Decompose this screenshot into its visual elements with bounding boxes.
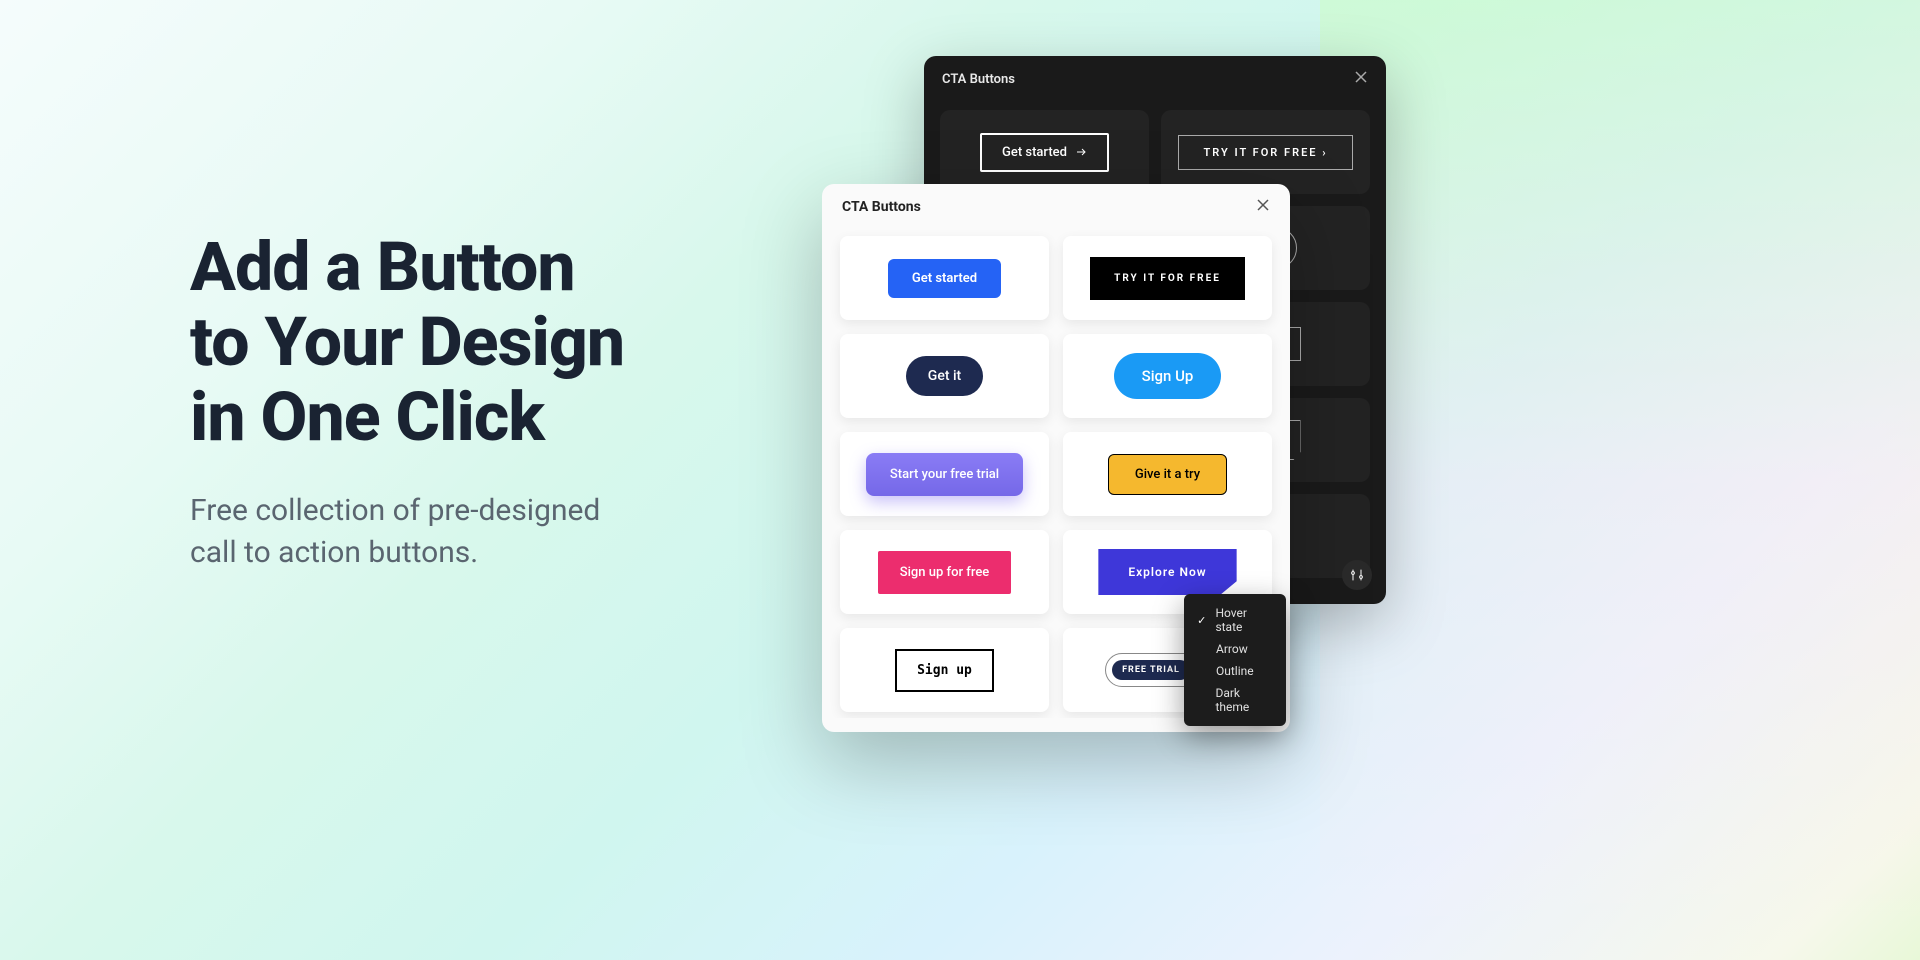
sign-up-mono-button[interactable]: Sign up	[895, 649, 994, 692]
menu-label: Outline	[1216, 664, 1254, 678]
menu-label: Hover state	[1215, 606, 1274, 634]
button-label: Explore Now	[1128, 565, 1206, 579]
menu-label: Dark theme	[1215, 686, 1274, 714]
sign-up-button[interactable]: Sign Up	[1114, 353, 1222, 399]
menu-item-arrow[interactable]: Arrow	[1184, 638, 1286, 660]
button-label: Start your free trial	[890, 467, 999, 482]
close-icon[interactable]	[1256, 198, 1270, 216]
get-started-button[interactable]: Get started	[888, 259, 1001, 298]
button-label: Get started	[1002, 145, 1067, 160]
dark-panel-title: CTA Buttons	[942, 72, 1015, 87]
settings-button[interactable]	[1342, 560, 1372, 590]
sliders-icon	[1349, 567, 1365, 583]
button-label: Get started	[912, 271, 977, 286]
settings-menu: ✓ Hover state Arrow Outline Dark theme	[1184, 594, 1286, 726]
sign-up-free-button[interactable]: Sign up for free	[878, 551, 1012, 594]
menu-item-outline[interactable]: Outline	[1184, 660, 1286, 682]
title-line: to Your Design	[190, 302, 624, 382]
button-label: Give it a try	[1135, 467, 1200, 482]
try-free-button[interactable]: TRY IT FOR FREE	[1090, 257, 1245, 300]
give-try-button[interactable]: Give it a try	[1108, 454, 1227, 495]
get-started-outline-button[interactable]: Get started	[980, 133, 1109, 172]
button-label: Sign up	[917, 663, 972, 678]
light-panel-title: CTA Buttons	[842, 199, 921, 215]
menu-item-dark-theme[interactable]: Dark theme	[1184, 682, 1286, 718]
button-label: Get it	[928, 368, 961, 384]
title-line: Add a Button	[190, 227, 575, 307]
subtitle-line: call to action buttons.	[190, 535, 478, 570]
button-label: Sign up for free	[900, 565, 990, 580]
button-label: TRY IT FOR FREE	[1114, 273, 1221, 284]
check-icon: ✓	[1196, 614, 1207, 627]
try-free-outline-button[interactable]: TRY IT FOR FREE ›	[1178, 135, 1352, 170]
menu-item-hover-state[interactable]: ✓ Hover state	[1184, 602, 1286, 638]
get-it-button[interactable]: Get it	[906, 356, 983, 396]
close-icon[interactable]	[1354, 70, 1368, 88]
status-badge: FREE TRIAL	[1112, 660, 1190, 680]
arrow-right-icon	[1075, 146, 1087, 158]
button-label: TRY IT FOR FREE	[1203, 146, 1317, 159]
explore-now-button[interactable]: Explore Now	[1098, 549, 1236, 595]
button-label: Sign Up	[1142, 367, 1194, 385]
menu-label: Arrow	[1216, 642, 1248, 656]
page-subtitle: Free collection of pre-designed call to …	[190, 490, 790, 574]
page-title: Add a Button to Your Design in One Click	[190, 230, 790, 454]
title-line: in One Click	[190, 377, 544, 457]
start-trial-button[interactable]: Start your free trial	[866, 453, 1023, 496]
subtitle-line: Free collection of pre-designed	[190, 493, 600, 528]
